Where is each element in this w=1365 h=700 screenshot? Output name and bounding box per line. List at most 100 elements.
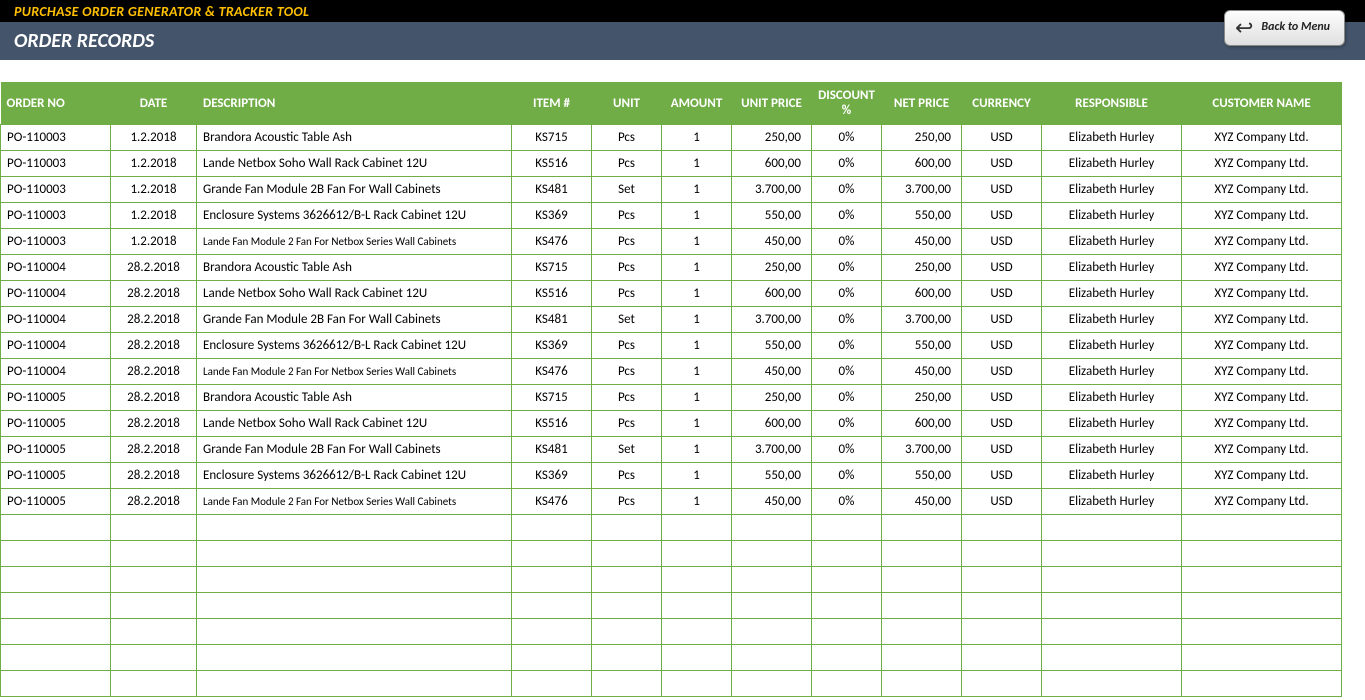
cell-currency[interactable]: USD — [962, 177, 1042, 203]
cell-currency[interactable]: USD — [962, 489, 1042, 515]
cell-amount[interactable]: 1 — [662, 203, 732, 229]
cell-empty[interactable] — [812, 645, 882, 671]
cell-amount[interactable]: 1 — [662, 229, 732, 255]
cell-discount[interactable]: 0% — [812, 359, 882, 385]
cell-order-no[interactable]: PO-110004 — [1, 281, 111, 307]
cell-empty[interactable] — [732, 567, 812, 593]
cell-responsible[interactable]: Elizabeth Hurley — [1042, 359, 1182, 385]
cell-customer[interactable]: XYZ Company Ltd. — [1182, 229, 1342, 255]
cell-discount[interactable]: 0% — [812, 437, 882, 463]
cell-discount[interactable]: 0% — [812, 307, 882, 333]
cell-item[interactable]: KS516 — [512, 151, 592, 177]
cell-discount[interactable]: 0% — [812, 411, 882, 437]
cell-unit-price[interactable]: 600,00 — [732, 411, 812, 437]
cell-description[interactable]: Lande Fan Module 2 Fan For Netbox Series… — [197, 359, 512, 385]
cell-amount[interactable]: 1 — [662, 489, 732, 515]
cell-empty[interactable] — [662, 515, 732, 541]
cell-item[interactable]: KS369 — [512, 333, 592, 359]
cell-responsible[interactable]: Elizabeth Hurley — [1042, 255, 1182, 281]
cell-item[interactable]: KS481 — [512, 307, 592, 333]
cell-net-price[interactable]: 3.700,00 — [882, 177, 962, 203]
cell-item[interactable]: KS369 — [512, 463, 592, 489]
cell-customer[interactable]: XYZ Company Ltd. — [1182, 385, 1342, 411]
cell-net-price[interactable]: 600,00 — [882, 411, 962, 437]
cell-empty[interactable] — [962, 593, 1042, 619]
cell-empty[interactable] — [882, 645, 962, 671]
cell-empty[interactable] — [512, 619, 592, 645]
cell-unit[interactable]: Pcs — [592, 411, 662, 437]
cell-currency[interactable]: USD — [962, 385, 1042, 411]
cell-order-no[interactable]: PO-110004 — [1, 333, 111, 359]
cell-unit-price[interactable]: 550,00 — [732, 203, 812, 229]
cell-empty[interactable] — [812, 671, 882, 697]
table-row[interactable]: PO-11000528.2.2018Lande Fan Module 2 Fan… — [1, 489, 1342, 515]
table-row-empty[interactable] — [1, 671, 1342, 697]
cell-responsible[interactable]: Elizabeth Hurley — [1042, 333, 1182, 359]
cell-currency[interactable]: USD — [962, 255, 1042, 281]
cell-description[interactable]: Brandora Acoustic Table Ash — [197, 125, 512, 151]
cell-discount[interactable]: 0% — [812, 255, 882, 281]
cell-order-no[interactable]: PO-110003 — [1, 203, 111, 229]
cell-order-no[interactable]: PO-110004 — [1, 255, 111, 281]
cell-discount[interactable]: 0% — [812, 125, 882, 151]
table-row[interactable]: PO-11000428.2.2018Lande Netbox Soho Wall… — [1, 281, 1342, 307]
cell-empty[interactable] — [732, 541, 812, 567]
cell-currency[interactable]: USD — [962, 307, 1042, 333]
cell-empty[interactable] — [662, 645, 732, 671]
cell-unit-price[interactable]: 600,00 — [732, 281, 812, 307]
cell-empty[interactable] — [812, 515, 882, 541]
cell-date[interactable]: 28.2.2018 — [111, 463, 197, 489]
cell-unit-price[interactable]: 250,00 — [732, 125, 812, 151]
cell-empty[interactable] — [111, 619, 197, 645]
cell-empty[interactable] — [812, 541, 882, 567]
cell-responsible[interactable]: Elizabeth Hurley — [1042, 489, 1182, 515]
cell-responsible[interactable]: Elizabeth Hurley — [1042, 411, 1182, 437]
cell-empty[interactable] — [882, 593, 962, 619]
cell-empty[interactable] — [882, 671, 962, 697]
cell-responsible[interactable]: Elizabeth Hurley — [1042, 177, 1182, 203]
cell-date[interactable]: 28.2.2018 — [111, 359, 197, 385]
cell-empty[interactable] — [662, 541, 732, 567]
cell-unit-price[interactable]: 250,00 — [732, 255, 812, 281]
cell-empty[interactable] — [1042, 671, 1182, 697]
cell-customer[interactable]: XYZ Company Ltd. — [1182, 281, 1342, 307]
cell-customer[interactable]: XYZ Company Ltd. — [1182, 437, 1342, 463]
cell-order-no[interactable]: PO-110005 — [1, 437, 111, 463]
table-row[interactable]: PO-1100031.2.2018Brandora Acoustic Table… — [1, 125, 1342, 151]
cell-order-no[interactable]: PO-110005 — [1, 489, 111, 515]
cell-item[interactable]: KS715 — [512, 385, 592, 411]
cell-customer[interactable]: XYZ Company Ltd. — [1182, 177, 1342, 203]
cell-net-price[interactable]: 250,00 — [882, 125, 962, 151]
cell-empty[interactable] — [962, 541, 1042, 567]
cell-order-no[interactable]: PO-110004 — [1, 359, 111, 385]
cell-order-no[interactable]: PO-110004 — [1, 307, 111, 333]
cell-empty[interactable] — [812, 593, 882, 619]
cell-unit[interactable]: Pcs — [592, 359, 662, 385]
cell-amount[interactable]: 1 — [662, 281, 732, 307]
cell-discount[interactable]: 0% — [812, 229, 882, 255]
cell-empty[interactable] — [732, 515, 812, 541]
cell-unit-price[interactable]: 450,00 — [732, 489, 812, 515]
cell-amount[interactable]: 1 — [662, 307, 732, 333]
table-row[interactable]: PO-11000528.2.2018Brandora Acoustic Tabl… — [1, 385, 1342, 411]
cell-empty[interactable] — [962, 619, 1042, 645]
cell-customer[interactable]: XYZ Company Ltd. — [1182, 203, 1342, 229]
cell-item[interactable]: KS476 — [512, 229, 592, 255]
cell-date[interactable]: 1.2.2018 — [111, 177, 197, 203]
cell-empty[interactable] — [592, 567, 662, 593]
cell-currency[interactable]: USD — [962, 411, 1042, 437]
cell-responsible[interactable]: Elizabeth Hurley — [1042, 463, 1182, 489]
cell-discount[interactable]: 0% — [812, 385, 882, 411]
cell-discount[interactable]: 0% — [812, 463, 882, 489]
cell-empty[interactable] — [512, 515, 592, 541]
cell-net-price[interactable]: 550,00 — [882, 333, 962, 359]
cell-empty[interactable] — [512, 593, 592, 619]
cell-empty[interactable] — [812, 619, 882, 645]
cell-customer[interactable]: XYZ Company Ltd. — [1182, 359, 1342, 385]
cell-empty[interactable] — [732, 645, 812, 671]
cell-date[interactable]: 28.2.2018 — [111, 385, 197, 411]
cell-date[interactable]: 28.2.2018 — [111, 307, 197, 333]
cell-amount[interactable]: 1 — [662, 385, 732, 411]
cell-unit-price[interactable]: 3.700,00 — [732, 177, 812, 203]
cell-date[interactable]: 28.2.2018 — [111, 437, 197, 463]
